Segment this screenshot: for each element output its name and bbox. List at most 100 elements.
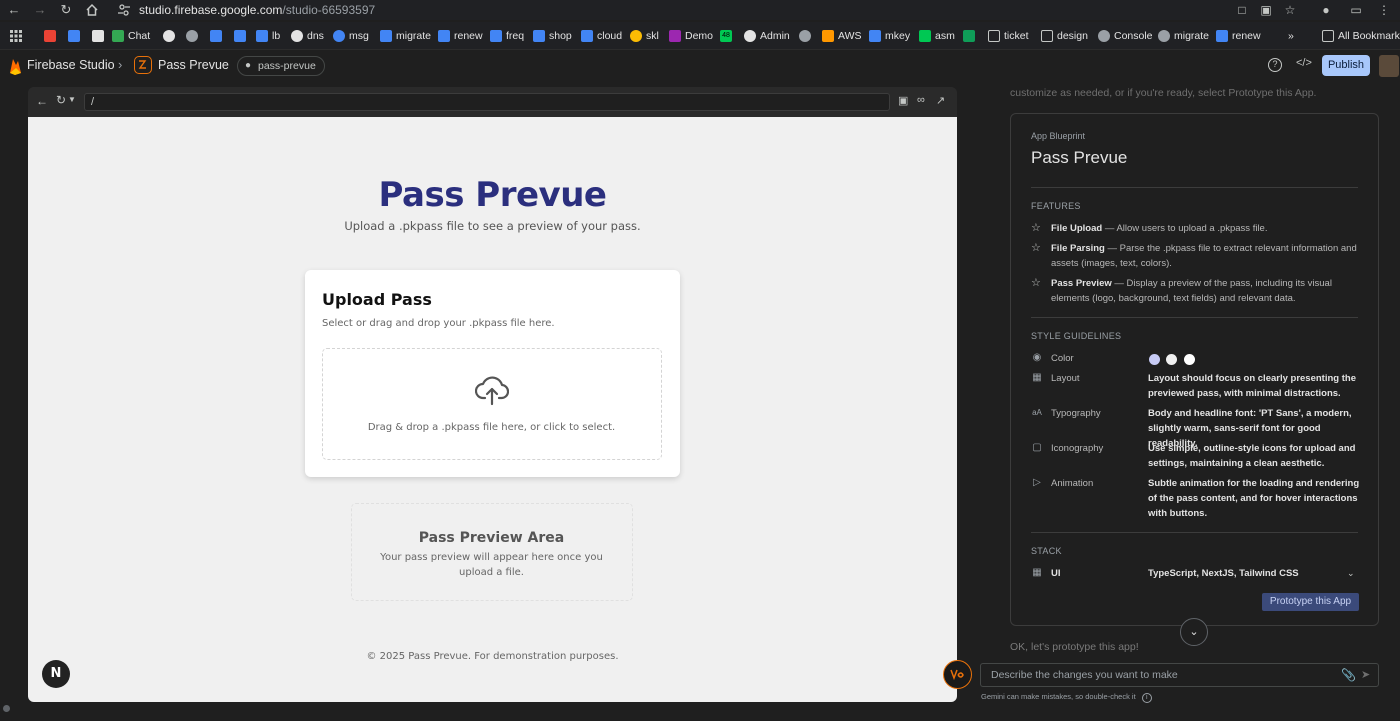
help-icon[interactable]: ? (1268, 58, 1282, 72)
bookmark-migrate[interactable]: migrate (380, 28, 431, 44)
site-info-icon[interactable] (116, 2, 132, 18)
cast-icon[interactable]: ▣ (1258, 2, 1274, 18)
bookmark-item[interactable] (963, 28, 979, 44)
preview-back-icon[interactable]: ← (36, 94, 48, 108)
project-icon (134, 56, 152, 74)
code-icon (92, 30, 104, 42)
gemini-avatar-icon (943, 660, 972, 689)
bookmark-shop[interactable]: shop (533, 28, 572, 44)
studio-header: Firebase Studio › Pass Prevue ● pass-pre… (0, 50, 1400, 82)
forward-icon[interactable]: → (32, 2, 48, 18)
bookmark-chat[interactable]: Chat (92, 28, 150, 44)
folder-icon (1322, 30, 1334, 42)
bookmark-msg[interactable]: msg (333, 28, 369, 44)
menu-icon[interactable]: ⋮ (1376, 2, 1392, 18)
bookmark-item[interactable] (68, 28, 84, 44)
upload-card: Upload Pass Select or drag and drop your… (305, 270, 680, 477)
google-icon (744, 30, 756, 42)
bookmark-item[interactable] (234, 28, 250, 44)
apps-icon[interactable] (10, 28, 22, 44)
star-icon: ☆ (1031, 242, 1041, 254)
preview-area-description: Your pass preview will appear here once … (380, 552, 603, 578)
all-bookmarks-button[interactable]: All Bookmarks (1322, 28, 1400, 44)
divider (1031, 187, 1358, 188)
bookmark-lb[interactable]: lb (256, 28, 280, 44)
sidebar-icon[interactable]: ▭ (1348, 2, 1364, 18)
bookmark-item[interactable] (799, 28, 815, 44)
upload-cloud-icon (475, 374, 509, 406)
upload-description: Select or drag and drop your .pkpass fil… (322, 318, 555, 329)
prototype-app-button[interactable]: Prototype this App (1262, 593, 1359, 611)
google-icon (291, 30, 303, 42)
docs-icon (438, 30, 450, 42)
bookmark-dns[interactable]: dns (291, 28, 324, 44)
nextjs-badge-icon[interactable]: N (42, 660, 70, 688)
home-icon[interactable] (84, 2, 100, 18)
bookmark-demo[interactable]: Demo (669, 28, 713, 44)
avatar[interactable] (1379, 55, 1399, 77)
env-tag[interactable]: ● pass-prevue (237, 56, 325, 76)
back-icon[interactable]: ← (6, 2, 22, 18)
color-swatch (1184, 354, 1195, 365)
docs-icon (210, 30, 222, 42)
project-name[interactable]: Pass Prevue (158, 58, 229, 72)
chat-input[interactable]: Describe the changes you want to make 📎 … (980, 663, 1379, 687)
bookmark-migrate-2[interactable]: migrate (1158, 28, 1209, 44)
breadcrumb-chevron-icon: › (118, 57, 123, 72)
badge-icon (919, 30, 931, 42)
open-external-icon[interactable]: ↗ (936, 94, 945, 107)
preview-reload-icon[interactable]: ↻ (56, 93, 66, 107)
bookmark-asm[interactable]: asm (919, 28, 955, 44)
scroll-down-button[interactable]: ⌄ (1180, 618, 1208, 646)
more-bookmarks-button[interactable]: » (1288, 28, 1294, 44)
file-dropzone[interactable]: Drag & drop a .pkpass file here, or clic… (322, 348, 662, 460)
folder-icon (1041, 30, 1053, 42)
bookmark-item[interactable] (210, 28, 226, 44)
preview-address-input[interactable]: / (84, 93, 890, 111)
chevron-down-icon[interactable]: ▼ (68, 95, 76, 104)
bookmark-renew-2[interactable]: renew (1216, 28, 1261, 44)
bookmark-ticket[interactable]: ticket (988, 28, 1029, 44)
bookmark-item[interactable]: 48 (720, 28, 736, 44)
device-icon[interactable]: ▣ (898, 94, 908, 107)
star-icon: ☆ (1031, 222, 1041, 234)
extension-icon[interactable]: ● (1318, 2, 1334, 18)
color-swatch (1149, 354, 1160, 365)
chevron-down-icon[interactable]: ⌄ (1347, 566, 1355, 581)
bookmark-item[interactable] (44, 28, 60, 44)
bookmark-aws[interactable]: AWS (822, 28, 862, 44)
status-dot (3, 705, 10, 712)
bookmark-skl[interactable]: skl (630, 28, 659, 44)
attach-icon[interactable]: 📎 (1341, 668, 1356, 682)
bookmark-cloud[interactable]: cloud (581, 28, 622, 44)
url-text[interactable]: studio.firebase.google.com/studio-665935… (139, 2, 375, 18)
bookmark-renew[interactable]: renew (438, 28, 483, 44)
features-heading: FEATURES (1031, 201, 1081, 211)
google-icon (163, 30, 175, 42)
bookmark-item[interactable] (163, 28, 179, 44)
docs-icon (869, 30, 881, 42)
docs-icon (256, 30, 268, 42)
bookmark-item[interactable] (186, 28, 202, 44)
bookmark-console[interactable]: Console (1098, 28, 1153, 44)
reload-icon[interactable]: ↻ (58, 2, 74, 18)
send-icon[interactable]: ➤ (1361, 668, 1370, 681)
preview-panel: ← ↻ ▼ / ▣ ∞ ↗ Pass Prevue Upload a .pkpa… (28, 87, 957, 702)
pass-preview-area: Pass Preview Area Your pass preview will… (351, 503, 633, 601)
bookmark-mkey[interactable]: mkey (869, 28, 910, 44)
gmail-icon (44, 30, 56, 42)
bookmark-design[interactable]: design (1041, 28, 1088, 44)
link-icon[interactable]: ∞ (917, 94, 925, 106)
typography-icon: aA (1032, 408, 1042, 417)
clipboard-icon[interactable]: □ (1234, 2, 1250, 18)
browser-toolbar: ← → ↻ studio.firebase.google.com/studio-… (0, 0, 1400, 20)
publish-button[interactable]: Publish (1322, 55, 1370, 76)
bookmark-freq[interactable]: freq (490, 28, 524, 44)
brand-name[interactable]: Firebase Studio (27, 58, 115, 72)
iconography-icon: ▢ (1032, 442, 1042, 453)
code-toggle-icon[interactable]: </> (1296, 57, 1312, 69)
bookmark-admin[interactable]: Admin (744, 28, 790, 44)
chat-panel: customize as needed, or if you're ready,… (1000, 87, 1400, 721)
info-icon[interactable]: i (1141, 693, 1152, 703)
star-icon[interactable]: ☆ (1282, 2, 1298, 18)
